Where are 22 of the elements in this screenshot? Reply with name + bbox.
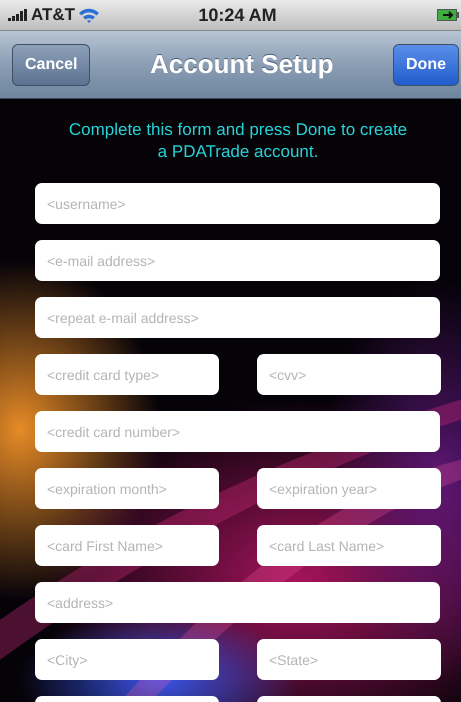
input-field[interactable]: <expiration month> — [35, 468, 219, 509]
input-field[interactable]: <address> — [35, 582, 440, 623]
input-field[interactable]: <expiration year> — [257, 468, 441, 509]
input-field[interactable]: <City> — [35, 639, 219, 680]
input-field[interactable]: <e-mail address> — [35, 240, 440, 281]
input-field[interactable]: <credit card number> — [35, 411, 440, 452]
cancel-button[interactable]: Cancel — [12, 44, 90, 86]
clock-time: 10:24 AM — [198, 4, 277, 26]
input-field[interactable]: <card First Name> — [35, 525, 219, 566]
instruction-text: Complete this form and press Done to create a PDATrade account. — [68, 119, 408, 163]
input-field[interactable]: <credit card type> — [35, 354, 219, 395]
input-field[interactable]: <username> — [35, 183, 440, 224]
input-field[interactable]: <card Last Name> — [257, 525, 441, 566]
input-field[interactable]: <cvv> — [257, 354, 441, 395]
carrier-name: AT&T — [31, 5, 76, 25]
wifi-icon — [78, 7, 100, 23]
battery-icon — [437, 9, 459, 21]
done-button[interactable]: Done — [392, 44, 459, 86]
input-field[interactable]: <repeat e-mail address> — [35, 297, 440, 338]
input-field[interactable]: <State> — [257, 639, 441, 680]
screen-title: Account Setup — [150, 49, 334, 80]
signal-icon — [8, 9, 28, 21]
